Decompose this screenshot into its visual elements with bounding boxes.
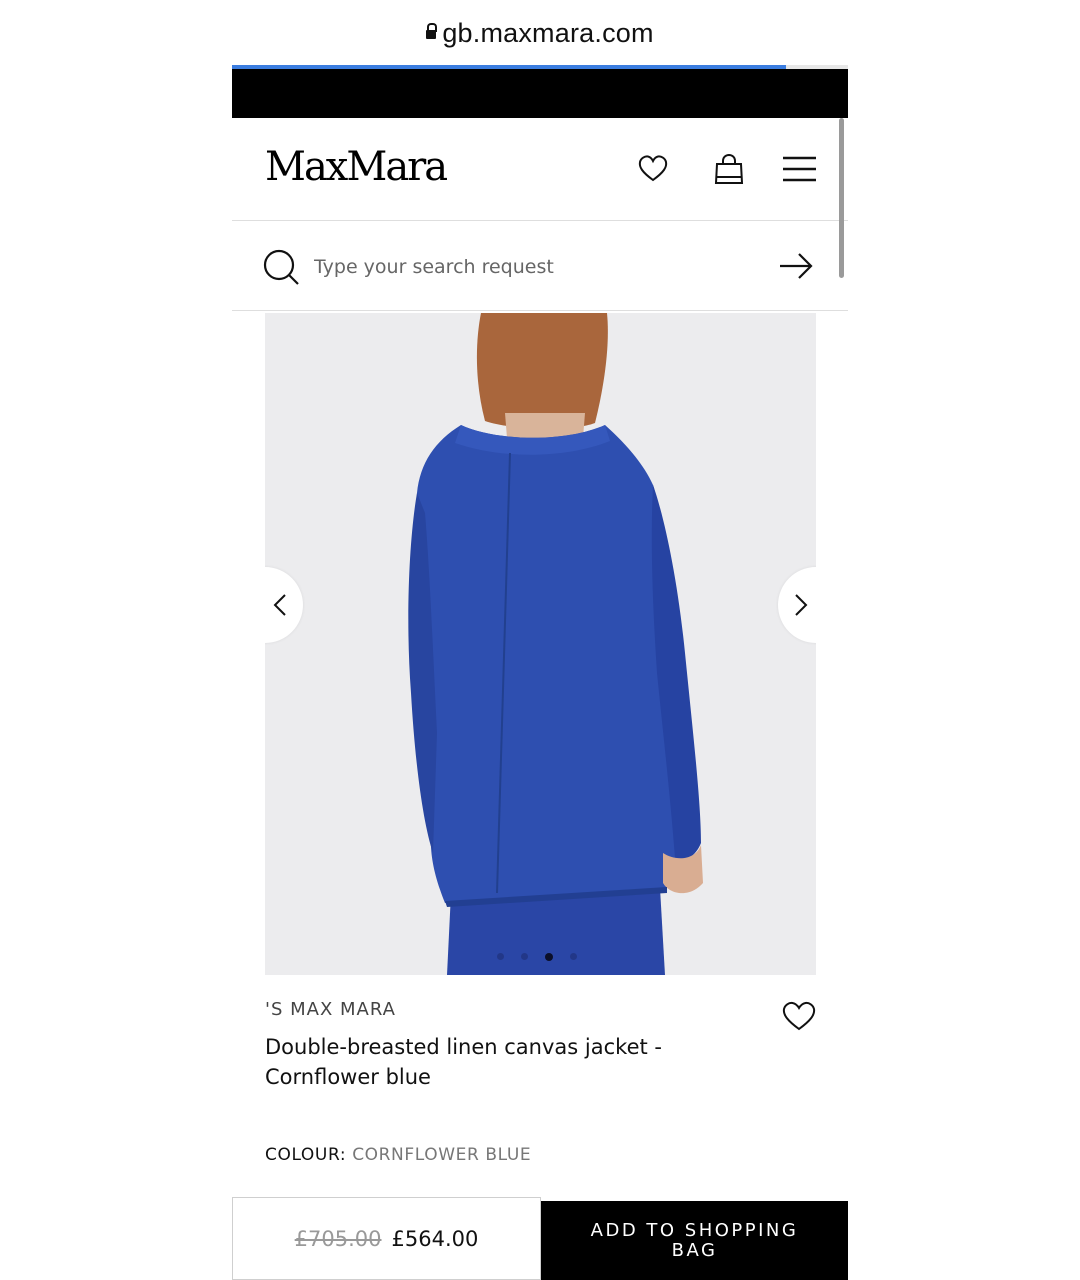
add-to-shopping-bag-button[interactable]: ADD TO SHOPPING BAG (541, 1201, 848, 1280)
search-icon[interactable] (262, 248, 300, 286)
heart-icon[interactable] (636, 152, 670, 186)
colour-label: COLOUR: (265, 1145, 347, 1165)
original-price: £705.00 (294, 1226, 382, 1251)
sale-price: £564.00 (391, 1226, 479, 1251)
carousel-dot[interactable] (521, 953, 528, 960)
carousel-dot[interactable] (570, 953, 577, 960)
screen: gb.maxmara.com MaxMara Type your search … (0, 0, 1080, 1280)
chevron-left-icon (273, 594, 286, 616)
product-brand: 'S MAX MARA (265, 999, 396, 1020)
arrow-right-icon[interactable] (778, 251, 814, 281)
carousel-pagination (497, 953, 577, 961)
browser-url[interactable]: gb.maxmara.com (442, 18, 653, 49)
add-to-wishlist-button[interactable] (781, 1000, 817, 1032)
carousel-dot[interactable] (497, 953, 504, 960)
top-banner (232, 69, 848, 118)
hamburger-menu-icon[interactable] (782, 152, 816, 186)
price-box: £705.00 £564.00 (232, 1197, 541, 1280)
heart-icon (782, 1001, 816, 1031)
carousel-dot[interactable] (545, 953, 553, 961)
maxmara-logo[interactable]: MaxMara (265, 144, 448, 190)
browser-url-bar[interactable]: gb.maxmara.com (232, 0, 848, 66)
product-photo (265, 313, 816, 975)
product-title: Double-breasted linen canvas jacket - Co… (265, 1035, 662, 1089)
lock-icon (426, 23, 438, 40)
shopping-bag-icon[interactable] (712, 152, 746, 186)
chevron-right-icon (795, 594, 808, 616)
search-bar (232, 221, 848, 311)
product-colour: COLOUR: CORNFLOWER BLUE (265, 1145, 531, 1165)
search-input[interactable] (314, 251, 744, 283)
site-header: MaxMara (232, 118, 848, 221)
colour-value: CORNFLOWER BLUE (352, 1145, 532, 1165)
product-image-carousel[interactable] (265, 313, 816, 975)
